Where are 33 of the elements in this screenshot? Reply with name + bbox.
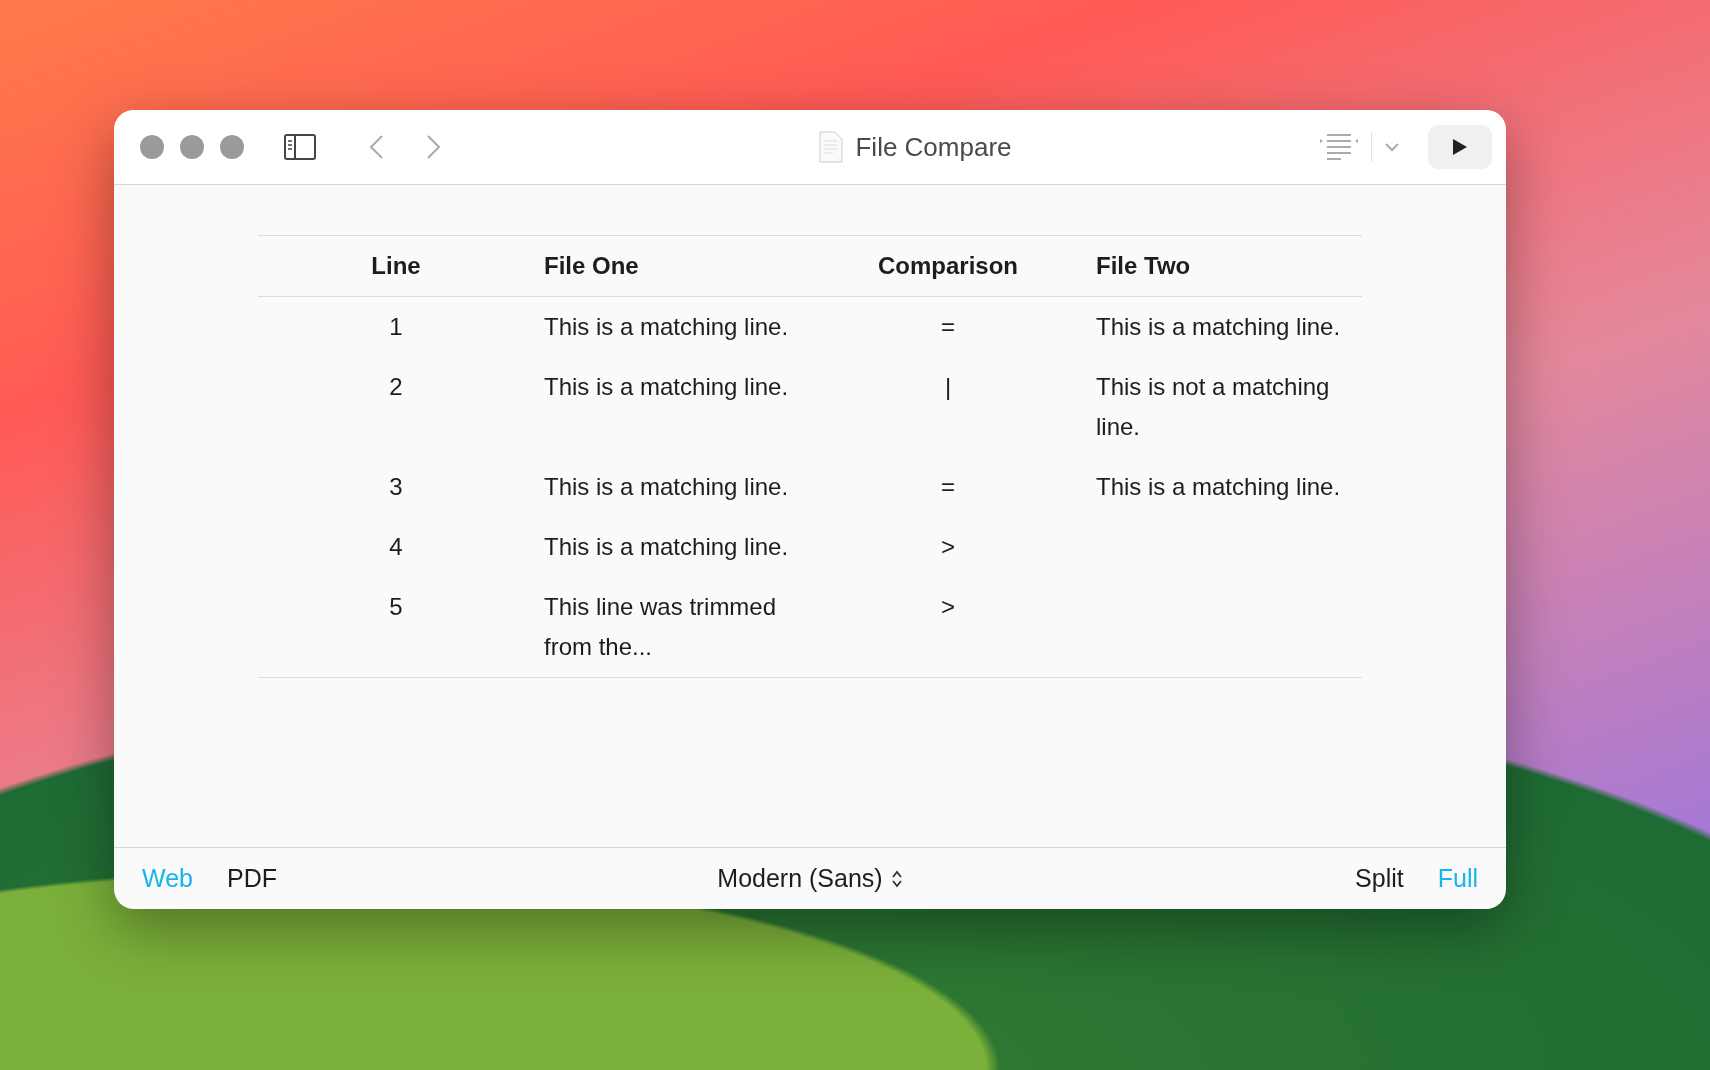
table-cell-text: | <box>944 372 952 402</box>
table-cell-text: 3 <box>389 472 403 502</box>
table-cell-text: > <box>941 532 955 562</box>
table-cell-text: = <box>941 312 955 342</box>
table-cell-text: This is a matching line. <box>1096 472 1341 502</box>
column-header: Line <box>371 252 421 280</box>
format-tab[interactable]: PDF <box>226 864 277 893</box>
document-icon <box>819 131 844 163</box>
table-cell-text: This is a matching line. <box>544 312 789 342</box>
close-button[interactable] <box>140 135 164 159</box>
column-header: File Two <box>1096 252 1191 280</box>
font-picker[interactable]: Modern (Sans) <box>711 863 909 894</box>
table-cell-text: This line was trimmed from the... <box>544 592 778 662</box>
table-cell-text: 1 <box>389 312 403 342</box>
table-cell-text: 4 <box>389 532 403 562</box>
table-cell-text: This is a matching line. <box>544 372 789 402</box>
up-down-chevron-icon <box>890 868 903 889</box>
table-cell-text: This is not a matching line. <box>1096 372 1331 442</box>
play-icon <box>1452 138 1468 156</box>
zoom-button[interactable] <box>220 135 244 159</box>
table-cell-text: > <box>941 592 955 622</box>
column-header: Comparison <box>878 252 1018 280</box>
minimize-button[interactable] <box>180 135 204 159</box>
table-cell-text: = <box>941 472 955 502</box>
table-cell-text: This is a matching line. <box>1096 312 1341 342</box>
column-header: File One <box>544 252 639 280</box>
play-button[interactable] <box>1428 125 1492 169</box>
view-tab[interactable]: Split <box>1355 864 1404 893</box>
table-cell-text: 5 <box>389 592 403 622</box>
table-cell-text: This is a matching line. <box>544 472 789 502</box>
window-title: File Compare <box>855 131 1012 163</box>
table-cell-text: This is a matching line. <box>544 532 789 562</box>
table-cell-text: 2 <box>389 372 403 402</box>
